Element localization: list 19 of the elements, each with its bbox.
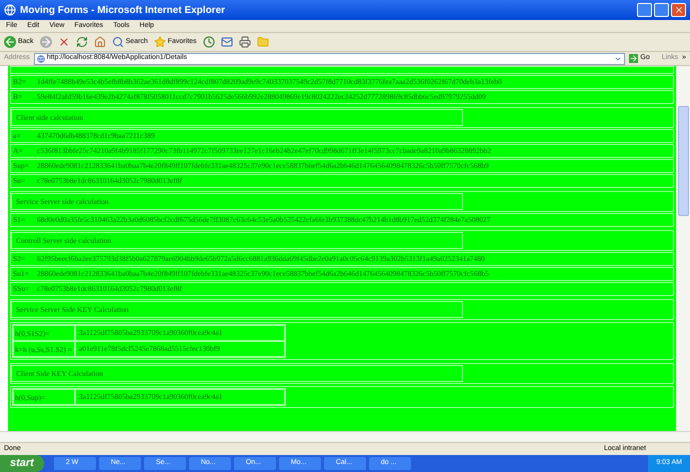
home-icon[interactable] <box>94 36 106 48</box>
close-icon <box>674 5 684 15</box>
close-button[interactable] <box>671 3 686 17</box>
vertical-scrollbar[interactable] <box>676 66 690 431</box>
print-icon[interactable] <box>238 36 251 48</box>
minimize-button[interactable] <box>637 3 652 17</box>
star-icon <box>154 36 166 48</box>
window-title: Moving Forms - Microsoft Internet Explorer <box>20 4 226 18</box>
maximize-button[interactable] <box>654 3 669 17</box>
forward-icon[interactable] <box>40 36 52 48</box>
stop-icon[interactable] <box>58 36 70 48</box>
history-icon[interactable] <box>202 36 215 48</box>
mail-icon[interactable] <box>220 36 233 48</box>
browser-icon <box>4 4 16 16</box>
start-button[interactable]: start <box>0 455 44 472</box>
horizontal-scrollbar[interactable] <box>0 431 690 442</box>
refresh-icon[interactable] <box>76 36 88 48</box>
search-icon <box>112 36 124 48</box>
page-icon <box>36 54 45 62</box>
